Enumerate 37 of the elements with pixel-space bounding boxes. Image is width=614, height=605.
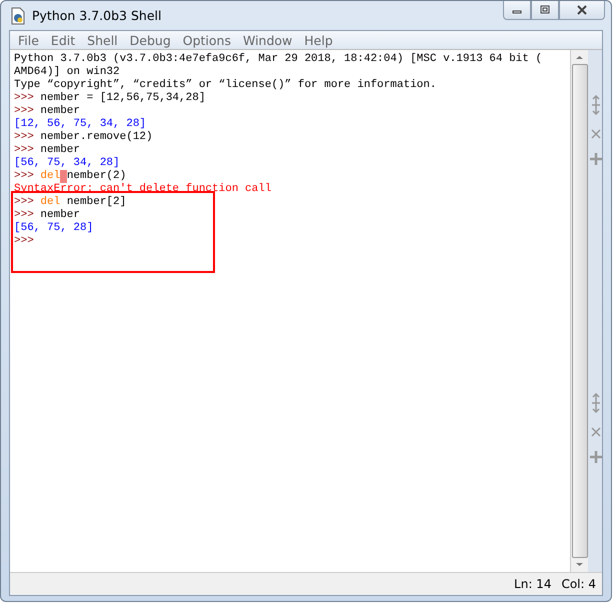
resize-arrows-icon [590, 95, 602, 115]
input-line: >>> [14, 235, 35, 248]
input-line: >>> nember.remove(12) [14, 131, 154, 144]
input-line: >>> nember [14, 209, 82, 222]
input-line: >>> nember = [12,56,75,34,28] [14, 92, 206, 105]
plus-icon [590, 153, 602, 165]
python-file-icon [9, 6, 27, 24]
line-number: Ln: 14 [514, 577, 552, 591]
menu-item[interactable]: Help [298, 32, 339, 48]
close-button[interactable] [559, 1, 605, 20]
shell-text-area[interactable] [10, 50, 571, 572]
output-line: [56, 75, 28] [14, 222, 94, 235]
menu-item[interactable]: Options [176, 32, 237, 48]
banner-line: AMD64)] on win32 [14, 66, 121, 79]
input-line: >>> nember [14, 105, 82, 118]
window-title: Python 3.7.0b3 Shell [32, 8, 162, 23]
close-icon [590, 427, 602, 437]
maximize-button[interactable] [531, 1, 559, 20]
minimize-button[interactable] [503, 1, 531, 20]
menu-item[interactable]: Debug [124, 32, 177, 48]
output-line: [12, 56, 75, 34, 28] [14, 118, 148, 131]
input-line: >>> del nember[2] [14, 196, 128, 209]
menu-item[interactable]: Shell [81, 32, 124, 48]
menu-item[interactable]: File [12, 32, 45, 48]
close-icon [590, 129, 602, 139]
output-line: [56, 75, 34, 28] [14, 157, 121, 170]
menu-item[interactable]: Window [236, 32, 298, 48]
menu-item[interactable]: Edit [44, 32, 82, 48]
banner-line: Python 3.7.0b3 (v3.7.0b3:4e7efa9c6f, Mar 29 2018, 18:42:04) [MSC v.1913 64 bit ( [14, 53, 544, 66]
plus-icon [590, 451, 602, 463]
input-line: >>> del nember(2) [14, 170, 128, 183]
resize-arrows-icon [590, 393, 602, 413]
input-line: >>> nember [14, 144, 82, 157]
maximize-icon [539, 5, 551, 15]
banner-line: Type “copyright”, “credits” or “license()” for more information. [14, 79, 438, 92]
column-number: Col: 4 [561, 577, 596, 591]
close-icon [575, 5, 589, 15]
